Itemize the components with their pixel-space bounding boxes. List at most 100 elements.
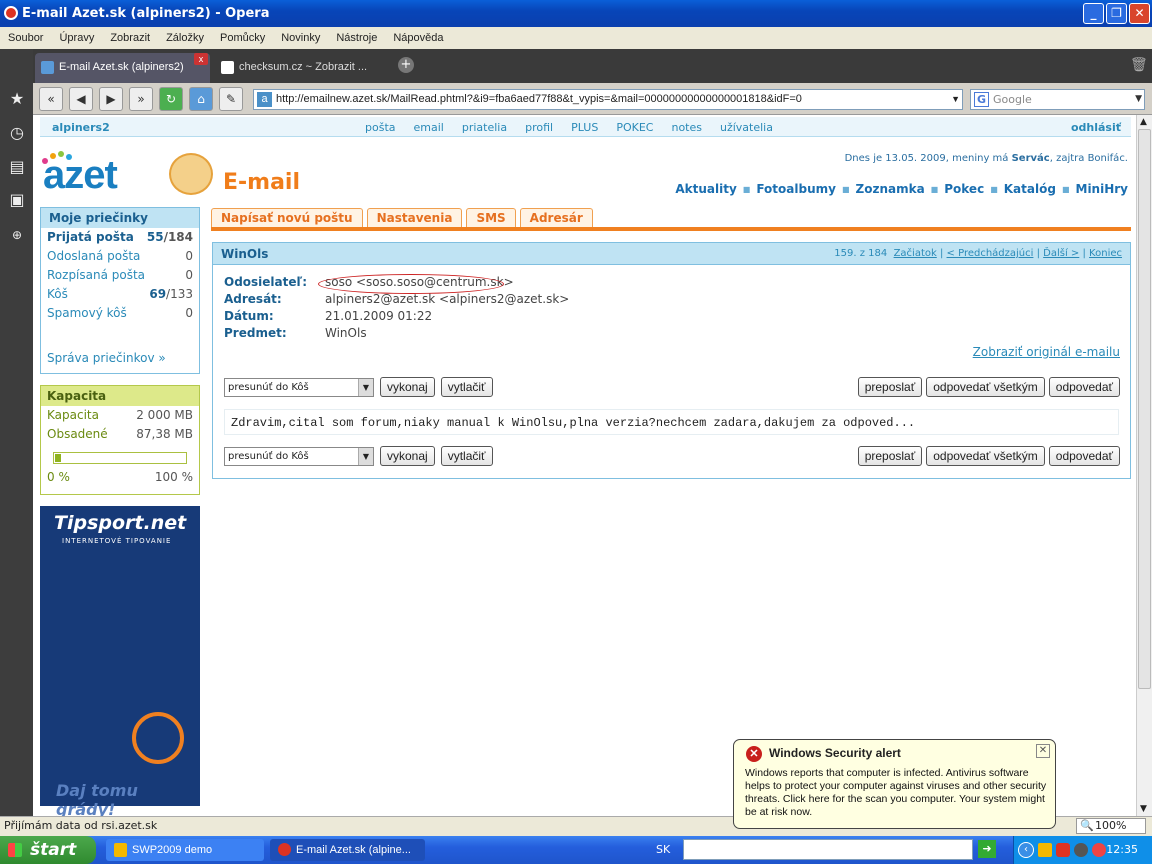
reply-all-button[interactable]: odpovedať všetkým — [926, 377, 1045, 397]
nero-search-field[interactable] — [683, 839, 973, 860]
manage-folders-link[interactable]: Správa priečinkov » — [47, 351, 166, 365]
scroll-down-icon[interactable]: ▼ — [1140, 804, 1147, 814]
link-pokec[interactable]: POKEC — [616, 121, 653, 134]
edit-icon[interactable]: ✎ — [219, 87, 243, 111]
alert-close-icon[interactable]: ✕ — [1036, 744, 1050, 758]
scroll-up-icon[interactable]: ▲ — [1140, 117, 1147, 127]
link-friends[interactable]: priatelia — [462, 121, 507, 134]
username[interactable]: alpiners2 — [52, 121, 110, 134]
link-profile[interactable]: profil — [525, 121, 553, 134]
notes-icon[interactable]: ▤ — [7, 157, 27, 177]
rewind-icon[interactable]: « — [39, 87, 63, 111]
pager-prev[interactable]: < Predchádzajúci — [947, 248, 1034, 259]
go-arrow-icon[interactable]: ➜ — [978, 840, 996, 858]
logout-link[interactable]: odhlásiť — [1071, 121, 1121, 134]
reply-button[interactable]: odpovedať — [1048, 377, 1120, 397]
menu-view[interactable]: Zobrazit — [102, 32, 158, 44]
tray-app-icon[interactable] — [1056, 843, 1070, 857]
tab-checksum[interactable]: checksum.cz ~ Zobrazit ... — [215, 53, 390, 83]
tray-expand-icon[interactable]: ‹ — [1018, 842, 1034, 858]
link-notes[interactable]: notes — [671, 121, 702, 134]
tab-close-icon[interactable]: x — [194, 53, 208, 65]
pager-first[interactable]: Začiatok — [894, 248, 937, 259]
back-icon[interactable]: ◀ — [69, 87, 93, 111]
bottom-actions-right: preposlať odpovedať všetkým odpovedať — [857, 446, 1120, 466]
new-tab-icon[interactable]: + — [398, 57, 414, 73]
link-users[interactable]: užívatelia — [720, 121, 773, 134]
folder-trash[interactable]: Kôš 69/133 — [41, 285, 199, 304]
pager-next[interactable]: Ďalší > — [1043, 248, 1079, 259]
menu-tools[interactable]: Nástroje — [328, 32, 385, 44]
history-clock-icon[interactable]: ◷ — [7, 123, 27, 143]
execute-button[interactable]: vykonaj — [380, 377, 435, 397]
forward-button[interactable]: preposlať — [857, 446, 923, 466]
scroll-thumb[interactable] — [1138, 129, 1151, 689]
forward-icon[interactable]: ▶ — [99, 87, 123, 111]
sms-tab[interactable]: SMS — [466, 208, 516, 228]
link-dating[interactable]: Zoznamka — [856, 182, 925, 198]
addressbook-tab[interactable]: Adresár — [519, 208, 593, 228]
compose-tab[interactable]: Napísať novú poštu — [211, 208, 363, 228]
link-chat[interactable]: Pokec — [944, 182, 984, 198]
search-field[interactable]: G Google ▼ — [970, 89, 1145, 110]
link-mail[interactable]: pošta — [365, 121, 396, 134]
minimize-button[interactable]: _ — [1083, 3, 1104, 24]
folder-drafts[interactable]: Rozpísaná pošta 0 — [41, 266, 199, 285]
security-shield-icon[interactable] — [1038, 843, 1052, 857]
menu-widgets[interactable]: Pomůcky — [212, 32, 273, 44]
security-alert-balloon[interactable]: ✕ Windows Security alert ✕ Windows repor… — [733, 739, 1056, 829]
azet-logo[interactable]: azet — [43, 153, 118, 198]
menu-feeds[interactable]: Novinky — [273, 32, 328, 44]
execute-button[interactable]: vykonaj — [380, 446, 435, 466]
folder-inbox[interactable]: Prijatá pošta 55/184 — [41, 228, 199, 247]
pager-last[interactable]: Koniec — [1089, 248, 1122, 259]
tray-app-icon-2[interactable] — [1074, 843, 1088, 857]
language-indicator[interactable]: SK — [656, 843, 670, 856]
folder-spam[interactable]: Spamový kôš 0 — [41, 304, 199, 323]
link-minigames[interactable]: MiniHry — [1076, 182, 1129, 198]
downloads-icon[interactable]: ▣ — [7, 190, 27, 210]
taskbar-item-opera[interactable]: E-mail Azet.sk (alpine... — [270, 839, 425, 861]
forward-button[interactable]: preposlať — [857, 377, 923, 397]
home-icon[interactable]: ⌂ — [189, 87, 213, 111]
close-window-button[interactable]: ✕ — [1129, 3, 1150, 24]
settings-tab[interactable]: Nastavenia — [366, 208, 463, 228]
address-field[interactable]: a http://emailnew.azet.sk/MailRead.phtml… — [253, 89, 963, 110]
tipsport-ad[interactable]: Tipsport.net INTERNETOVÉ TIPOVANIE Daj t… — [40, 506, 200, 816]
alert-text[interactable]: Windows reports that computer is infecte… — [745, 767, 1050, 819]
start-button[interactable]: štart — [0, 836, 96, 864]
reply-all-button[interactable]: odpovedať všetkým — [926, 446, 1045, 466]
dropdown-arrow-icon[interactable]: ▼ — [951, 90, 960, 109]
menu-file[interactable]: Soubor — [0, 32, 51, 44]
tab-email[interactable]: E-mail Azet.sk (alpiners2) x — [35, 53, 210, 83]
alert-title: Windows Security alert — [769, 746, 901, 760]
bookmarks-star-icon[interactable]: ★ — [7, 89, 27, 109]
link-news[interactable]: Aktuality — [675, 182, 736, 198]
reply-button[interactable]: odpovedať — [1048, 446, 1120, 466]
trash-icon[interactable]: 🗑 — [1130, 57, 1148, 73]
menu-edit[interactable]: Úpravy — [51, 32, 102, 44]
link-plus[interactable]: PLUS — [571, 121, 598, 134]
tray-app-icon-3[interactable] — [1092, 843, 1106, 857]
print-button[interactable]: vytlačiť — [440, 377, 493, 397]
link-photoalbums[interactable]: Fotoalbumy — [756, 182, 836, 198]
folder-sent[interactable]: Odoslaná pošta 0 — [41, 247, 199, 266]
used-row: Obsadené 87,38 MB — [41, 425, 199, 444]
link-catalog[interactable]: Katalóg — [1004, 182, 1056, 198]
reload-icon[interactable]: ↻ — [159, 87, 183, 111]
menu-bookmarks[interactable]: Záložky — [158, 32, 212, 44]
move-to-select[interactable]: presunúť do Kôš ▼ — [224, 446, 374, 466]
menu-help[interactable]: Nápověda — [385, 32, 451, 44]
print-button[interactable]: vytlačiť — [440, 446, 493, 466]
maximize-button[interactable]: ❐ — [1106, 3, 1127, 24]
address-url: http://emailnew.azet.sk/MailRead.phtml?&… — [276, 93, 802, 105]
link-email[interactable]: email — [414, 121, 444, 134]
taskbar-item-swp[interactable]: SWP2009 demo — [106, 839, 264, 861]
show-original-link[interactable]: Zobraziť originál e-mailu — [973, 345, 1120, 359]
search-dropdown-icon[interactable]: ▼ — [1135, 90, 1142, 109]
add-panel-icon[interactable]: ⊕ — [7, 225, 27, 245]
fast-forward-icon[interactable]: » — [129, 87, 153, 111]
vertical-scrollbar[interactable]: ▲ ▼ — [1136, 115, 1152, 816]
move-to-select[interactable]: presunúť do Kôš ▼ — [224, 377, 374, 397]
zoom-control[interactable]: 🔍 100% — [1076, 818, 1146, 834]
